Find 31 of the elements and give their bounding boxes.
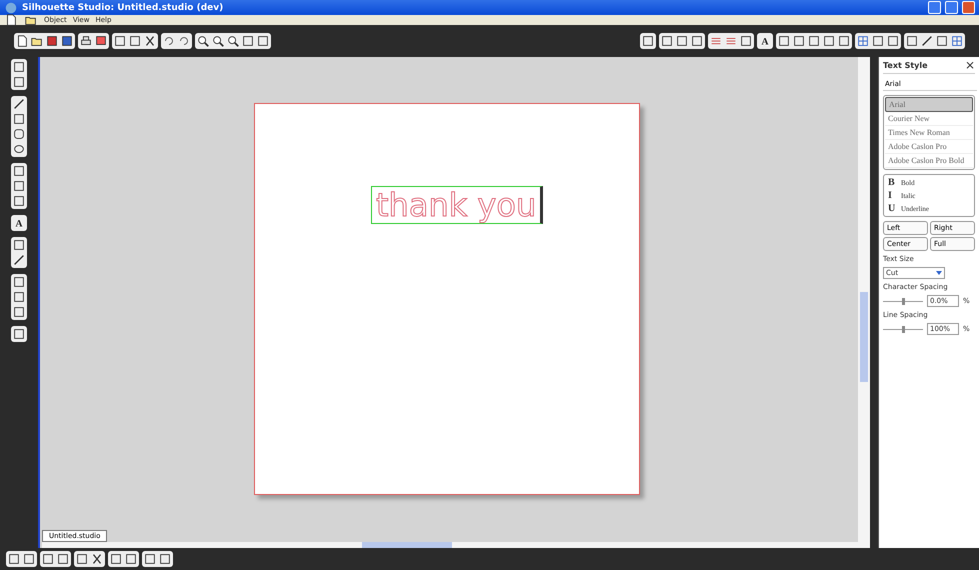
font-item[interactable]: Adobe Caslon Pro <box>885 140 973 154</box>
font-item[interactable]: Arial <box>885 97 973 112</box>
printer-icon[interactable] <box>79 34 93 48</box>
line-icon[interactable] <box>12 97 26 111</box>
x-icon[interactable] <box>90 552 104 566</box>
page-icon[interactable] <box>15 34 29 48</box>
panel-title: Text Style <box>883 61 928 70</box>
caret-icon <box>936 271 942 275</box>
text-style-icon[interactable]: A <box>758 34 772 48</box>
maximize-button[interactable] <box>945 1 958 14</box>
window-title: Silhouette Studio: Untitled.studio (dev) <box>22 2 224 12</box>
minimize-button[interactable] <box>928 1 941 14</box>
font-item[interactable]: Times New Roman <box>885 126 973 140</box>
zoom-in-icon[interactable] <box>196 34 210 48</box>
close-icon[interactable]: × <box>964 61 975 70</box>
redo-icon[interactable] <box>177 34 191 48</box>
font-item[interactable]: Courier New <box>885 112 973 126</box>
app-icon <box>4 0 18 14</box>
vertical-scrollbar[interactable] <box>858 57 870 548</box>
page-icon[interactable] <box>4 13 18 27</box>
slider-thumb[interactable] <box>902 326 904 332</box>
close-button[interactable] <box>962 1 975 14</box>
undo-icon[interactable] <box>162 34 176 48</box>
grid-icon[interactable] <box>950 34 964 48</box>
horizontal-scrollbar[interactable] <box>42 542 858 548</box>
rounded-square-icon[interactable] <box>12 127 26 141</box>
font-item[interactable]: Adobe Caslon Pro Bold <box>885 154 973 168</box>
grid-icon[interactable] <box>856 34 870 48</box>
text-icon[interactable]: A <box>12 216 26 230</box>
ellipse-icon[interactable] <box>12 142 26 156</box>
slider-thumb[interactable] <box>902 298 904 304</box>
